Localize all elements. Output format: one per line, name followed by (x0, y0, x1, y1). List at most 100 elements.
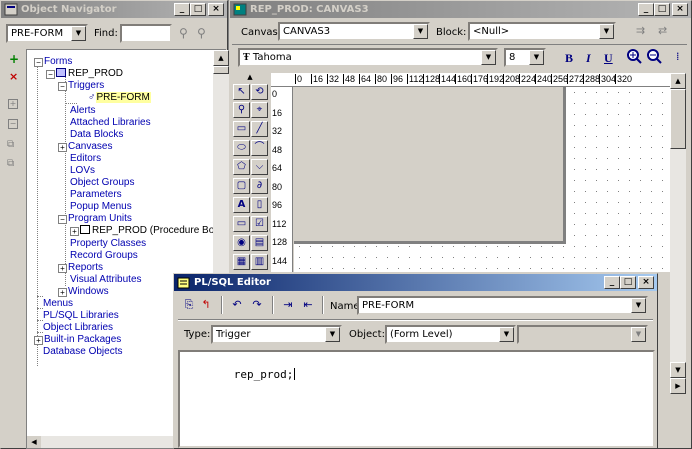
close-icon[interactable]: × (672, 3, 688, 16)
expand-all-icon[interactable]: ⧉ (7, 139, 19, 151)
expand-icon[interactable]: + (58, 143, 67, 152)
image-tool-icon[interactable]: ▦ (233, 254, 250, 270)
zoom-out-icon[interactable] (646, 48, 662, 64)
expand-icon[interactable]: + (58, 264, 67, 273)
tree-node-trigger-preform[interactable]: ♂PRE-FORM (88, 92, 151, 103)
frame-tool-icon[interactable]: ▯ (251, 197, 268, 213)
close-icon[interactable]: × (208, 3, 224, 16)
outdent-icon[interactable]: ⇤ (298, 296, 318, 314)
select-tool-icon[interactable]: ↖ (233, 84, 250, 100)
tree-node-data-blocks[interactable]: Data Blocks (70, 129, 123, 140)
tree-node-forms[interactable]: − Forms (34, 56, 72, 67)
chevron-down-icon[interactable]: ▼ (631, 327, 646, 342)
ellipse-tool-icon[interactable]: ⬭ (233, 140, 250, 156)
restore-icon[interactable]: □ (190, 3, 206, 16)
minimize-icon[interactable]: _ (638, 3, 654, 16)
tree-node-reports[interactable]: + Reports (58, 262, 103, 273)
canvas-selector[interactable]: CANVAS3 ▼ (278, 22, 430, 41)
scroll-up-icon[interactable]: ▲ (213, 50, 229, 66)
expand-icon[interactable]: + (70, 227, 79, 236)
reshape-tool-icon[interactable]: ⌖ (251, 102, 268, 118)
chevron-down-icon[interactable]: ▼ (481, 50, 496, 65)
tree-node-plsql-libraries[interactable]: PL/SQL Libraries (43, 310, 119, 321)
freehand-tool-icon[interactable]: ∂ (251, 178, 268, 194)
maximize-icon[interactable]: □ (620, 276, 636, 289)
font-name-selector[interactable]: Ŧ Tahoma ▼ (238, 48, 498, 67)
tree-node-lovs[interactable]: LOVs (70, 165, 95, 176)
bold-button[interactable]: B (565, 51, 573, 66)
palette-scroll-up-icon[interactable]: ▲ (231, 72, 269, 83)
tree-node-canvases[interactable]: + Canvases (58, 141, 112, 152)
scroll-down-icon[interactable]: ▼ (670, 362, 686, 378)
tree-node-module[interactable]: − REP_PROD (46, 68, 123, 79)
tree-node-parameters[interactable]: Parameters (70, 189, 122, 200)
canvas-area[interactable] (294, 87, 678, 272)
type-selector[interactable]: Trigger ▼ (211, 325, 342, 344)
chevron-down-icon[interactable]: ▼ (413, 24, 428, 39)
tree-node-alerts[interactable]: Alerts (70, 105, 96, 116)
polyline-tool-icon[interactable]: ⌵ (251, 159, 268, 175)
text-tool-icon[interactable]: A (233, 197, 250, 213)
minimize-icon[interactable]: _ (604, 276, 620, 289)
code-text[interactable]: rep_prod; (194, 355, 296, 394)
navigator-selector[interactable]: PRE-FORM ▼ (6, 24, 88, 43)
find-previous-icon[interactable]: ⚲ (179, 26, 195, 42)
text-item-tool-icon[interactable]: ▤ (251, 235, 268, 251)
tree-node-attached-libraries[interactable]: Attached Libraries (70, 117, 151, 128)
italic-button[interactable]: I (586, 51, 591, 66)
find-next-icon[interactable]: ⚲ (197, 26, 213, 42)
chevron-down-icon[interactable]: ▼ (71, 26, 86, 41)
tree-node-visual-attributes[interactable]: Visual Attributes (70, 274, 142, 285)
block-selector[interactable]: <Null> ▼ (468, 22, 616, 41)
collapse-icon[interactable]: − (46, 70, 55, 79)
align-left-icon[interactable]: ⁞ (676, 50, 680, 63)
align-icon[interactable]: ⇉ (636, 24, 645, 37)
tree-node-popup-menus[interactable]: Popup Menus (70, 201, 132, 212)
expand-icon[interactable]: + (58, 288, 67, 297)
collapse-all-icon[interactable]: ⧉ (7, 158, 19, 170)
tree-node-editors[interactable]: Editors (70, 153, 101, 164)
chevron-down-icon[interactable]: ▼ (499, 327, 514, 342)
sync-icon[interactable]: ⇄ (658, 24, 667, 37)
tree-node-object-libraries[interactable]: Object Libraries (43, 322, 113, 333)
collapse-icon[interactable]: − (58, 215, 67, 224)
collapse-icon[interactable]: − (8, 119, 18, 129)
button-tool-icon[interactable]: ▭ (233, 216, 250, 232)
arc-tool-icon[interactable]: ⌒ (251, 140, 268, 156)
layout-vertical-scrollbar[interactable]: ▲ ▼ (670, 73, 686, 378)
scroll-up-icon[interactable]: ▲ (670, 73, 686, 89)
name-selector[interactable]: PRE-FORM ▼ (357, 296, 648, 315)
tree-node-database-objects[interactable]: Database Objects (43, 346, 123, 357)
polygon-tool-icon[interactable]: ⬠ (233, 159, 250, 175)
tree-node-object-groups[interactable]: Object Groups (70, 177, 134, 188)
code-editor[interactable]: rep_prod; (178, 350, 655, 448)
object-secondary-selector[interactable]: ▼ (517, 325, 648, 344)
close-icon[interactable]: × (638, 276, 654, 289)
line-tool-icon[interactable]: ╱ (251, 121, 268, 137)
collapse-icon[interactable]: − (58, 82, 67, 91)
tree-node-triggers[interactable]: − Triggers (58, 80, 104, 91)
tree-node-property-classes[interactable]: Property Classes (70, 238, 146, 249)
font-size-selector[interactable]: 8 ▼ (504, 48, 546, 67)
object-selector[interactable]: (Form Level) ▼ (385, 325, 516, 344)
scroll-thumb[interactable] (213, 66, 229, 74)
expand-icon[interactable]: + (8, 99, 18, 109)
indent-icon[interactable]: ⇥ (278, 296, 298, 314)
chevron-down-icon[interactable]: ▼ (325, 327, 340, 342)
canvas-surface[interactable] (294, 87, 566, 244)
collapse-icon[interactable]: − (34, 58, 43, 67)
scroll-thumb[interactable] (670, 89, 686, 149)
tree-node-builtin-packages[interactable]: + Built-in Packages (34, 334, 121, 345)
scroll-left-icon[interactable]: ◀ (27, 436, 41, 448)
underline-button[interactable]: U (604, 51, 613, 66)
maximize-icon[interactable]: □ (654, 3, 670, 16)
tree-node-windows[interactable]: + Windows (58, 286, 109, 297)
plsql-editor-titlebar[interactable]: PL/SQL Editor _ □ × (174, 274, 657, 291)
redo-icon[interactable]: ↷ (247, 296, 267, 314)
radio-button-tool-icon[interactable]: ◉ (233, 235, 250, 251)
rounded-rectangle-tool-icon[interactable]: ▢ (233, 178, 250, 194)
revert-icon[interactable]: ↰ (196, 296, 216, 314)
scroll-right-icon[interactable]: ▶ (670, 378, 686, 394)
tree-node-procedure-rep-prod[interactable]: + REP_PROD (Procedure Body (70, 225, 225, 236)
rotate-tool-icon[interactable]: ⟲ (251, 84, 268, 100)
